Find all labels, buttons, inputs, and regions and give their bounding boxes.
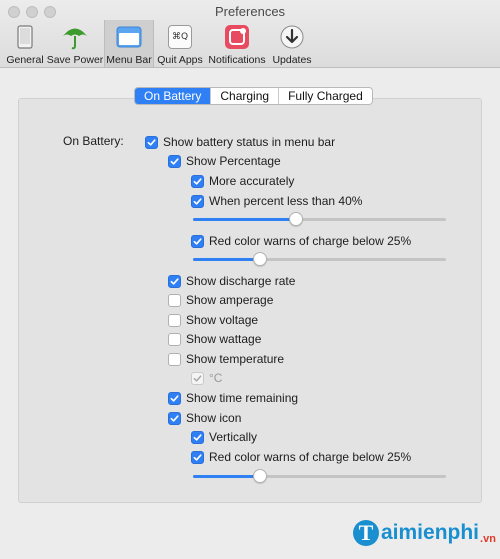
when-percent-less-label: When percent less than 40% [209,194,363,208]
show-discharge-rate-checkbox[interactable] [168,274,181,288]
show-wattage-row[interactable]: Show wattage [168,331,261,347]
toolbar-save-power[interactable]: Save Power [47,20,103,67]
toolbar-general-label: General [6,54,44,66]
watermark-logo: T aimienphi .vn [353,520,496,546]
tab-charging[interactable]: Charging [211,88,280,104]
red-color-warns-2-checkbox[interactable] [191,450,204,464]
tab-fully-charged[interactable]: Fully Charged [279,88,372,104]
vertically-label: Vertically [209,430,258,444]
percent-threshold-slider[interactable] [193,211,446,227]
show-percentage-row[interactable]: Show Percentage [168,153,281,169]
show-discharge-rate-row[interactable]: Show discharge rate [168,273,295,289]
toolbar-save-power-label: Save Power [46,54,104,66]
show-discharge-rate-label: Show discharge rate [186,274,296,288]
red-warn-1-slider[interactable] [193,251,446,267]
show-icon-checkbox[interactable] [168,411,181,425]
red-color-warns-1-label: Red color warns of charge below 25% [209,234,412,248]
vertically-checkbox[interactable] [191,430,204,444]
show-voltage-row[interactable]: Show voltage [168,312,258,328]
more-accurately-checkbox[interactable] [191,174,204,188]
show-battery-status-label: Show battery status in menu bar [163,135,336,149]
show-percentage-label: Show Percentage [186,154,281,168]
toolbar-menu-bar-label: Menu Bar [106,54,152,66]
red-color-warns-1-checkbox[interactable] [191,234,204,248]
window-title: Preferences [214,4,286,19]
toolbar-general[interactable]: General [4,20,46,67]
red-color-warns-1-row[interactable]: Red color warns of charge below 25% [191,233,411,249]
toolbar-updates[interactable]: Updates [270,20,314,67]
tab-segmented-control: On Battery Charging Fully Charged [134,87,373,105]
show-wattage-checkbox[interactable] [168,332,181,346]
when-percent-less-row[interactable]: When percent less than 40% [191,193,362,209]
notification-badge-icon [222,22,252,52]
show-icon-row[interactable]: Show icon [168,410,241,426]
show-time-remaining-label: Show time remaining [186,391,299,405]
celsius-row: °C [191,370,222,386]
show-temperature-checkbox[interactable] [168,352,181,366]
vertically-row[interactable]: Vertically [191,429,257,445]
show-icon-label: Show icon [186,411,242,425]
show-voltage-checkbox[interactable] [168,313,181,327]
toolbar-quit-apps-label: Quit Apps [157,54,203,66]
watermark-text: aimienphi [381,521,480,544]
celsius-label: °C [209,371,223,385]
cmd-q-icon: ⌘Q [165,22,195,52]
slider-knob[interactable] [289,212,303,226]
show-time-remaining-checkbox[interactable] [168,391,181,405]
show-temperature-row[interactable]: Show temperature [168,351,284,367]
red-warn-2-slider[interactable] [193,468,446,484]
menu-bar-icon [114,22,144,52]
red-color-warns-2-label: Red color warns of charge below 25% [209,450,412,464]
title-bar: Preferences General Save Power Menu Bar … [0,0,500,68]
general-icon [10,22,40,52]
preferences-window: Preferences General Save Power Menu Bar … [0,0,500,559]
more-accurately-row[interactable]: More accurately [191,173,294,189]
show-amperage-row[interactable]: Show amperage [168,292,273,308]
celsius-checkbox [191,371,204,385]
watermark-suffix: .vn [480,533,496,545]
toolbar-notifications-label: Notifications [208,54,266,66]
toolbar-menu-bar[interactable]: Menu Bar [104,20,154,67]
show-temperature-label: Show temperature [186,352,285,366]
watermark-initial: T [353,520,379,546]
toolbar-quit-apps[interactable]: ⌘Q Quit Apps [156,20,204,67]
toolbar-notifications[interactable]: Notifications [206,20,268,67]
show-time-remaining-row[interactable]: Show time remaining [168,390,298,406]
download-icon [277,22,307,52]
umbrella-icon [60,22,90,52]
red-color-warns-2-row[interactable]: Red color warns of charge below 25% [191,449,411,465]
more-accurately-label: More accurately [209,174,295,188]
slider-knob[interactable] [253,469,267,483]
when-percent-less-checkbox[interactable] [191,194,204,208]
show-battery-status-checkbox[interactable] [145,135,158,149]
show-battery-status-row[interactable]: Show battery status in menu bar [145,134,335,150]
toolbar-updates-label: Updates [272,54,312,66]
show-wattage-label: Show wattage [186,332,262,346]
show-voltage-label: Show voltage [186,313,259,327]
section-label: On Battery: [63,134,124,148]
tab-on-battery[interactable]: On Battery [135,88,212,104]
slider-knob[interactable] [253,252,267,266]
show-percentage-checkbox[interactable] [168,154,181,168]
show-amperage-label: Show amperage [186,293,274,307]
show-amperage-checkbox[interactable] [168,293,181,307]
